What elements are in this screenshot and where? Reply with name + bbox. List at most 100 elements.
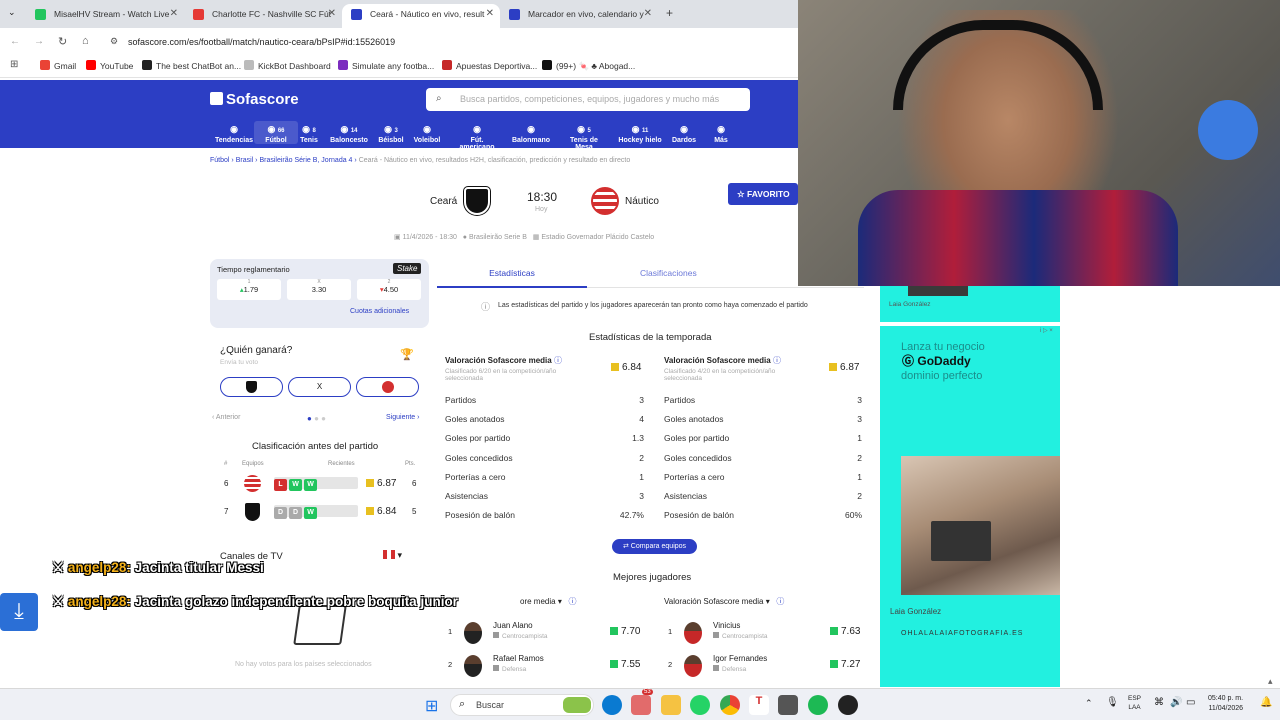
url-field[interactable]: sofascore.com/es/football/match/nautico-… [128,37,395,47]
obs-icon[interactable] [838,695,858,715]
tab-marcador[interactable]: Marcador en vivo, calendario y ✕ [500,4,658,28]
more-odds-link[interactable]: Cuotas adicionales [350,308,409,315]
whatsapp-icon[interactable] [690,695,710,715]
calculator-icon[interactable] [778,695,798,715]
tab-misaelhv[interactable]: MisaelHV Stream - Watch Live ✕ [26,4,184,28]
bookmark-abogado[interactable]: (99+) 🍬 ♣ Abogad... [542,60,635,72]
apps-icon[interactable]: ⊞ [10,59,18,70]
vote-draw-button[interactable]: X [288,377,351,397]
nav-item-6[interactable]: ◉ Fút. americano [455,124,499,151]
sort-left-select[interactable]: ore media ▾ ⓘ [520,596,577,607]
nav-item-9[interactable]: ◉ 11 Hockey hielo [618,124,662,144]
mic-icon[interactable]: 🎙 [1106,697,1119,708]
file-explorer-icon[interactable] [661,695,681,715]
sport-icon: ◉ 11 [631,124,649,134]
home-icon[interactable]: ⌂ [82,35,89,47]
nav-item-3[interactable]: ◉ 14 Baloncesto [327,124,371,144]
scroll-down-icon[interactable]: ▴ [1268,676,1273,687]
odds-draw[interactable]: X 3.30 [287,279,351,300]
ad-close-icon[interactable]: i ▷ × [1040,327,1053,334]
ad-top-strip[interactable]: Laia González [880,286,1060,322]
breadcrumb-futbol[interactable]: Fútbol [210,157,229,164]
bookmark-kickbot[interactable]: KickBot Dashboard [244,60,331,71]
forward-icon[interactable]: → [34,36,44,47]
stake-logo[interactable]: Stake [393,263,422,274]
nautico-crest-icon[interactable] [591,187,619,215]
player-row[interactable]: 2 Rafael Ramos Defensa 7.55 [440,654,645,682]
nav-item-8[interactable]: ◉ 5 Tenis de Mesa [562,124,606,151]
close-tab-icon[interactable]: ✕ [170,4,178,24]
odds-away[interactable]: 2 ▾4.50 [357,279,421,300]
bookmark-chatbot[interactable]: The best ChatBot an... [142,60,241,71]
country-select[interactable]: ▾ [383,550,402,561]
close-tab-icon[interactable]: ✕ [328,4,336,24]
compare-teams-button[interactable]: ⇄ Compara equipos [612,539,697,554]
windows-start-icon[interactable]: ⊞ [425,696,438,716]
bookmark-youtube[interactable]: YouTube [86,60,133,71]
ceara-crest-icon[interactable] [464,187,490,215]
nav-item-11[interactable]: ◉ Más [699,124,743,144]
volume-icon[interactable]: 🔊 [1170,697,1182,708]
stat-away-value: 2 [857,452,862,463]
sort-right-select[interactable]: Valoración Sofascore media ▾ ⓘ [664,596,784,607]
vote-home-button[interactable] [220,377,283,397]
prev-button[interactable]: ‹ Anterior [212,414,240,421]
tiktok-icon [542,60,552,70]
search-icon: ⌕ [459,698,466,710]
tray-chevron-icon[interactable]: ⌃ [1085,698,1093,709]
home-team-name[interactable]: Ceará [430,196,457,207]
new-tab-icon[interactable]: + [666,6,673,20]
tab-statistics[interactable]: Estadísticas [437,260,587,288]
language-indicator[interactable]: ESP LAA [1128,694,1141,712]
clock[interactable]: 05:40 p. m. 11/04/2026 [1208,694,1243,714]
bookmark-gmail[interactable]: Gmail [40,60,76,71]
breadcrumb-brasil[interactable]: Brasil [236,157,254,164]
text-app-icon[interactable]: T [749,695,769,715]
tab-standings[interactable]: Clasificaciones [640,260,697,288]
vote-away-button[interactable] [356,377,419,397]
edge-icon[interactable] [602,695,622,715]
reload-icon[interactable]: ↻ [58,35,67,48]
player-row[interactable]: 1 Vinicius Centrocampista 7.63 [660,621,865,649]
stat-label: Partidos [664,395,696,405]
league-icon: ● [462,234,468,241]
chrome-icon[interactable] [720,695,740,715]
ad-banner[interactable]: i ▷ × Lanza tu negocio Ⓖ GoDaddy dominio… [880,326,1060,687]
back-icon[interactable]: ← [10,36,20,47]
sofascore-logo[interactable]: Sofascore [210,91,299,108]
download-icon[interactable]: ⤓ [0,593,38,631]
stat-away-value: 1 [857,433,862,444]
player-row[interactable]: 1 Juan Alano Centrocampista 7.70 [440,621,645,649]
battery-icon[interactable]: ▭ [1186,697,1195,708]
network-icon[interactable]: ⌘ [1154,697,1164,708]
nav-item-5[interactable]: ◉ Voleibol [405,124,449,144]
search-input[interactable]: ⌕ Busca partidos, competiciones, equipos… [426,88,750,111]
next-button[interactable]: Siguiente › [386,414,419,421]
spotify-icon[interactable] [808,695,828,715]
rating-label-away: Valoración Sofascore media ⓘ [664,356,781,365]
favorite-button[interactable]: ☆ FAVORITO [728,183,798,205]
close-tab-icon[interactable]: ✕ [644,4,652,24]
standings-row[interactable]: 7 DDW 6.84 5 [210,502,429,522]
stat-label: Porterías a cero [664,471,725,482]
player-row[interactable]: 2 Igor Fernandes Defensa 7.27 [660,654,865,682]
tab-ceara-nautico[interactable]: Ceará - Náutico en vivo, result ✕ [342,4,500,28]
taskbar-search[interactable]: ⌕ Buscar [450,694,594,716]
player-avatar [464,622,482,644]
odds-home[interactable]: 1 ▴1.79 [217,279,281,300]
app-icon[interactable]: 53 [631,689,653,715]
standings-row[interactable]: 6 LWW 6.87 6 [210,474,429,494]
tab-list-icon[interactable]: ⌄ [8,7,16,18]
close-tab-icon[interactable]: ✕ [486,4,494,24]
notifications-icon[interactable]: 🔔 [1260,697,1272,708]
bookmark-apuestas[interactable]: Apuestas Deportiva... [442,60,537,71]
nav-item-2[interactable]: ◉ 8 Tenis [287,124,331,144]
away-team-name[interactable]: Náutico [625,196,659,207]
nav-item-0[interactable]: ◉ Tendencias [212,124,256,144]
tab-charlotte[interactable]: Charlotte FC - Nashville SC Fút ✕ [184,4,342,28]
peru-flag-icon [383,550,395,559]
breadcrumb-serie-b[interactable]: Brasileirão Série B, Jornada 4 [259,157,352,164]
nav-item-7[interactable]: ◉ Balonmano [509,124,553,144]
site-info-icon[interactable]: ⚙ [110,36,118,47]
bookmark-simulate[interactable]: Simulate any footba... [338,60,434,71]
